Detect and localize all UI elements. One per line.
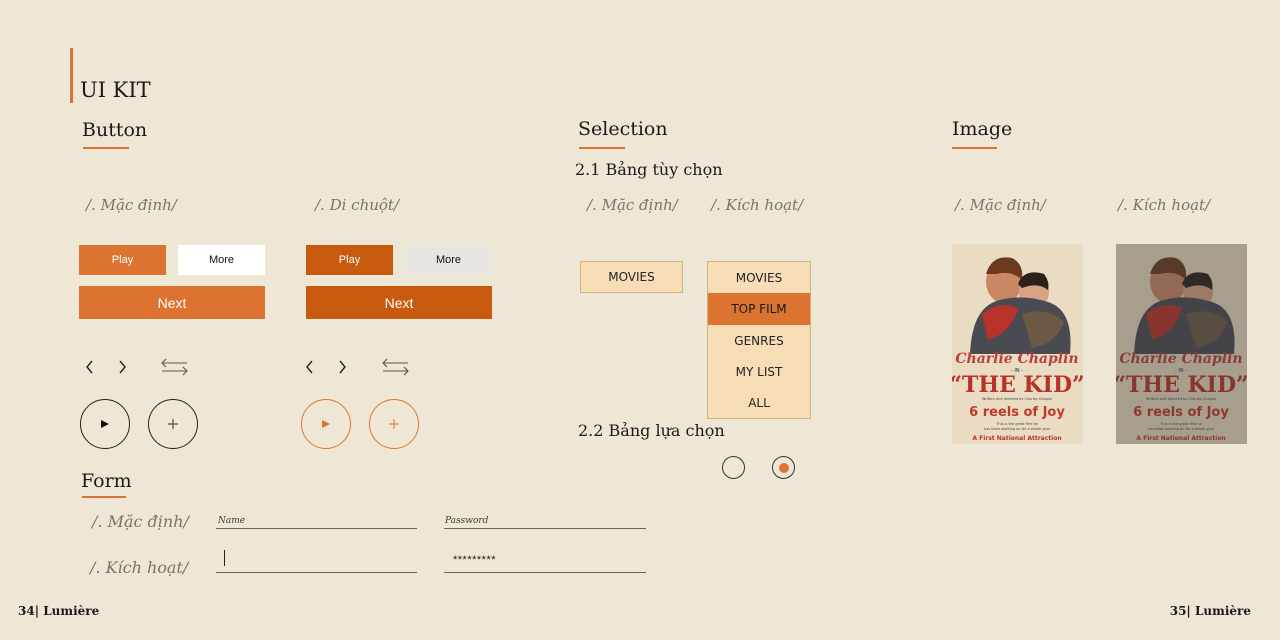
image-label-active: /. Kích hoạt/ [1118,196,1211,214]
chevron-left-icon[interactable] [82,358,98,376]
svg-text:has been working on for a whol: has been working on for a whole year [984,427,1051,431]
selection-subtitle-choice: 2.2 Bảng lựa chọn [578,421,725,440]
name-field-label: Name [218,516,246,526]
next-button[interactable]: Next [79,286,265,319]
poster-name: Charlie Chaplin [955,351,1078,367]
section-title-selection: Selection [578,118,668,140]
section-title-image: Image [952,118,1013,140]
password-value: ********* [453,554,497,566]
password-field[interactable] [444,528,646,529]
section-title-form: Form [81,470,132,492]
play-circle-button[interactable] [80,399,130,449]
svg-text:Written and directed by Charle: Written and directed by Charles Chaplin [982,397,1052,401]
plus-icon [389,419,399,429]
dropdown-menu: MOVIES TOP FILM GENRES MY LIST ALL [707,261,811,419]
add-circle-button-hover[interactable] [369,399,419,449]
label-default: /. Mặc định/ [86,196,177,214]
play-icon [322,420,330,428]
password-field-active[interactable] [444,572,646,573]
footer-page-right: 35| Lumière [1169,604,1251,618]
page-title: UI KIT [80,78,151,102]
title-accent-bar [70,48,73,103]
next-button-hover[interactable]: Next [306,286,492,319]
selection-subtitle-options: 2.1 Bảng tùy chọn [575,160,723,179]
svg-text:6 reels of Joy: 6 reels of Joy [969,405,1065,420]
svg-text:“THE KID”: “THE KID” [952,372,1083,398]
section-underline [83,147,129,149]
password-field-label: Password [445,516,489,526]
menu-item-top-film[interactable]: TOP FILM [708,293,810,325]
radio-dot [778,462,789,473]
name-field-active[interactable] [216,572,417,573]
chevron-left-icon-hover[interactable] [302,358,318,376]
plus-icon [168,419,178,429]
more-button[interactable]: More [178,245,265,275]
more-button-hover[interactable]: More [405,245,492,275]
menu-item-movies[interactable]: MOVIES [708,262,810,293]
image-label-default: /. Mặc định/ [955,196,1046,214]
radio-selected[interactable] [772,456,795,479]
section-underline [952,147,997,149]
menu-item-my-list[interactable]: MY LIST [708,356,810,387]
menu-item-all[interactable]: ALL [708,387,810,418]
form-label-active: /. Kích hoạt/ [90,558,189,577]
svg-text:This is the great film he: This is the great film he [995,422,1037,426]
label-hover: /. Di chuột/ [315,196,400,214]
play-button-hover[interactable]: Play [306,245,393,275]
footer-page-left: 34| Lumière [18,604,100,618]
play-icon [101,420,109,428]
swap-arrows-icon[interactable] [159,357,190,377]
svg-text:A First National Attraction: A First National Attraction [972,435,1061,442]
add-circle-button[interactable] [148,399,198,449]
form-label-default: /. Mặc định/ [92,512,189,531]
section-title-button: Button [82,119,148,141]
movie-poster-active[interactable]: Charlie Chaplin - IN - “THE KID” Written… [1116,244,1247,444]
selection-label-default: /. Mặc định/ [587,196,678,214]
chevron-right-icon[interactable] [114,358,130,376]
selection-label-active: /. Kích hoạt/ [711,196,804,214]
select-box-default[interactable]: MOVIES [580,261,683,293]
radio-unselected[interactable] [722,456,745,479]
chevron-right-icon-hover[interactable] [334,358,350,376]
play-circle-button-hover[interactable] [301,399,351,449]
menu-item-genres[interactable]: GENRES [708,325,810,356]
section-underline [579,147,625,149]
play-button[interactable]: Play [79,245,166,275]
section-underline [82,496,126,498]
text-cursor [224,550,225,566]
swap-arrows-icon-hover[interactable] [380,357,411,377]
movie-poster-default[interactable]: Charlie Chaplin - IN - “THE KID” Written… [952,244,1083,444]
name-field[interactable] [216,528,417,529]
